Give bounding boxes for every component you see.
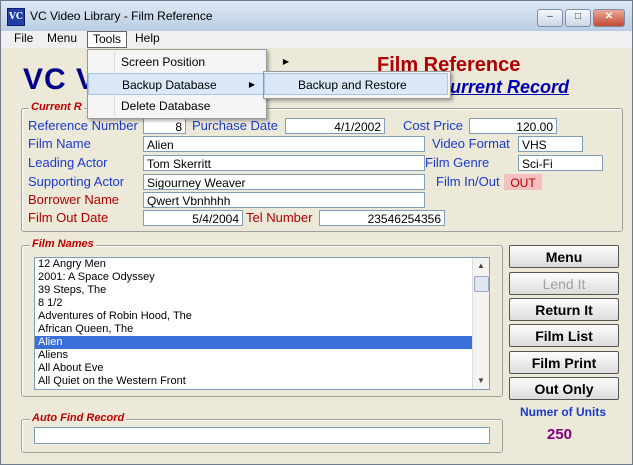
app-window: VC VC Video Library - Film Reference – □… <box>0 0 633 465</box>
cost-price-field[interactable]: 120.00 <box>469 118 557 134</box>
units-count: 250 <box>547 426 573 443</box>
borrower-name-label: Borrower Name <box>28 192 120 207</box>
list-item[interactable]: Adventures of Robin Hood, The <box>35 310 489 323</box>
menu-menu[interactable]: Menu <box>42 31 82 46</box>
menu-item-backup-database[interactable]: Backup Database ▶ <box>88 73 264 95</box>
menu-bar: File Menu Tools Help <box>1 31 632 48</box>
purchase-date-label: Purchase Date <box>192 118 278 133</box>
film-in-out-label: Film In/Out <box>436 174 500 189</box>
film-name-field[interactable]: Alien <box>143 136 425 152</box>
video-format-label: Video Format <box>432 136 510 151</box>
list-item[interactable]: 2001: A Space Odyssey <box>35 271 489 284</box>
film-name-label: Film Name <box>28 136 91 151</box>
borrower-name-field[interactable]: Qwert Vbnhhhh <box>143 192 425 208</box>
list-item[interactable]: African Queen, The <box>35 323 489 336</box>
reference-number-label: Reference Number <box>28 118 138 133</box>
out-only-button[interactable]: Out Only <box>509 377 619 400</box>
auto-find-input[interactable] <box>34 427 490 444</box>
backup-submenu: Backup and Restore <box>263 71 451 99</box>
menu-item-label: Backup and Restore <box>298 78 407 92</box>
cost-price-label: Cost Price <box>403 118 463 133</box>
submenu-arrow-icon: ▶ <box>248 80 255 89</box>
tools-dropdown: Screen Position ▶ Backup Database ▶ Dele… <box>87 49 289 119</box>
purchase-date-field[interactable]: 4/1/2002 <box>285 118 385 134</box>
reference-number-field[interactable]: 8 <box>143 118 186 134</box>
film-print-button[interactable]: Film Print <box>509 351 619 374</box>
page-subtitle: Current Record <box>437 77 570 97</box>
film-status-badge: OUT <box>504 174 542 190</box>
menu-item-screen-position[interactable]: Screen Position ▶ <box>88 51 297 73</box>
film-genre-label: Film Genre <box>425 155 490 170</box>
close-icon[interactable]: ✕ <box>593 9 625 27</box>
scroll-down-icon[interactable]: ▼ <box>473 373 489 389</box>
leading-actor-field[interactable]: Tom Skerritt <box>143 155 425 171</box>
list-item[interactable]: All About Eve <box>35 362 489 375</box>
supporting-actor-label: Supporting Actor <box>28 174 125 189</box>
minimize-icon[interactable]: – <box>537 9 563 27</box>
tel-number-label: Tel Number <box>246 210 313 225</box>
menu-help[interactable]: Help <box>130 31 165 46</box>
menu-tools[interactable]: Tools <box>87 31 128 48</box>
menu-item-label: Screen Position <box>121 55 206 69</box>
auto-find-group-label: Auto Find Record <box>30 412 127 424</box>
window-title: VC Video Library - Film Reference <box>30 9 213 23</box>
app-logo: VC V <box>23 63 98 96</box>
list-item[interactable]: Aliens <box>35 349 489 362</box>
return-it-button[interactable]: Return It <box>509 298 619 321</box>
scroll-thumb[interactable] <box>474 276 489 292</box>
tel-number-field[interactable]: 23546254356 <box>319 210 445 226</box>
list-item[interactable]: 12 Angry Men <box>35 258 489 271</box>
list-item[interactable]: 39 Steps, The <box>35 284 489 297</box>
units-label: Numer of Units <box>520 405 607 419</box>
app-icon: VC <box>7 8 25 26</box>
list-item[interactable]: 8 1/2 <box>35 297 489 310</box>
leading-actor-label: Leading Actor <box>28 155 108 170</box>
menu-item-label: Delete Database <box>121 99 211 113</box>
list-item[interactable]: All Quiet on the Western Front <box>35 375 489 388</box>
maximize-icon[interactable]: □ <box>565 9 591 27</box>
menu-item-backup-and-restore[interactable]: Backup and Restore <box>264 73 448 95</box>
submenu-arrow-icon: ▶ <box>282 57 289 66</box>
supporting-actor-field[interactable]: Sigourney Weaver <box>143 174 425 190</box>
current-record-group-label: Current R <box>29 101 84 113</box>
film-list-button[interactable]: Film List <box>509 324 619 347</box>
title-bar[interactable]: VC VC Video Library - Film Reference – □… <box>1 1 632 32</box>
film-out-date-field[interactable]: 5/4/2004 <box>143 210 243 226</box>
menu-item-label: Backup Database <box>122 78 217 92</box>
lend-it-button[interactable]: Lend It <box>509 272 619 295</box>
film-names-list[interactable]: 12 Angry Men 2001: A Space Odyssey 39 Step… <box>34 257 490 390</box>
film-out-date-label: Film Out Date <box>28 210 109 225</box>
film-genre-field[interactable]: Sci-Fi <box>518 155 603 171</box>
video-format-field[interactable]: VHS <box>518 136 583 152</box>
film-names-group-label: Film Names <box>30 238 96 250</box>
menu-button[interactable]: Menu <box>509 245 619 268</box>
menu-file[interactable]: File <box>9 31 38 46</box>
scroll-up-icon[interactable]: ▲ <box>473 258 489 274</box>
list-scrollbar[interactable]: ▲ ▼ <box>472 258 489 389</box>
list-item[interactable]: Alien <box>35 336 489 349</box>
